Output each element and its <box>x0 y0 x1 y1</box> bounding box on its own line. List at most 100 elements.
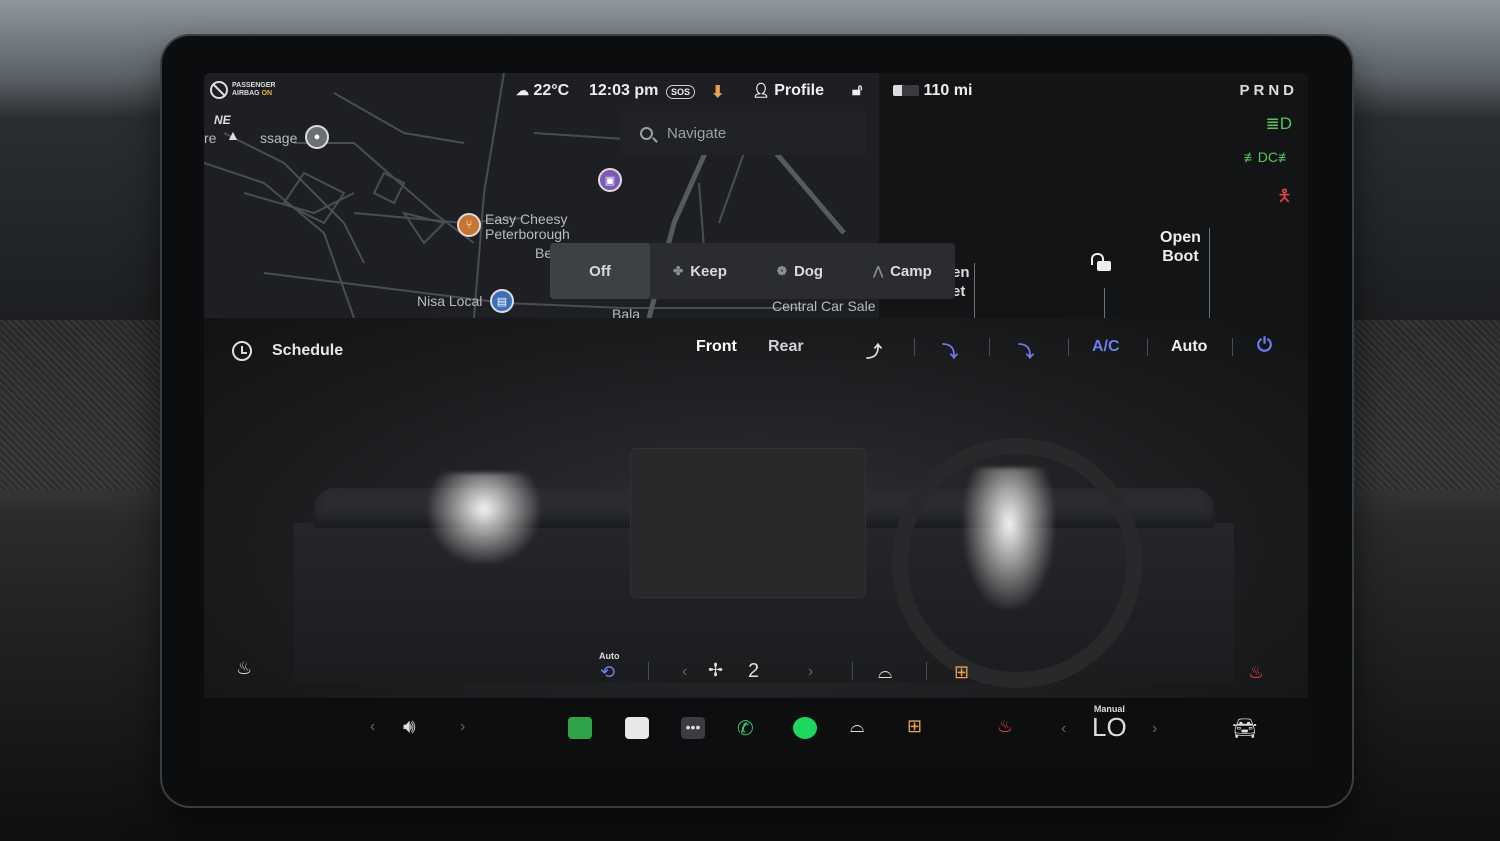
temperature: 22°C <box>533 82 570 99</box>
map-label-nisa-local[interactable]: Nisa Local <box>417 294 482 309</box>
seat-heater-dock-icon[interactable]: ♨ <box>997 716 1013 737</box>
gear-selector[interactable]: PRND <box>1239 82 1298 99</box>
person-icon: 👤︎ <box>752 82 770 98</box>
right-seat-heater-icon[interactable]: ♨ <box>1248 662 1264 683</box>
separator <box>914 338 915 356</box>
airbag-icon <box>210 81 228 99</box>
fan-icon: ✢ <box>708 660 724 680</box>
bottom-dock: ‹ 🔊︎ › ••• ✆ ⌓ ⊞ ♨ ‹ Manual LO › 🚘︎ <box>204 698 1308 768</box>
calendar-app-icon[interactable] <box>625 717 649 739</box>
airflow-face-icon[interactable]: ⤴ <box>866 338 882 362</box>
volume-down-chevron-icon[interactable]: ‹ <box>370 718 375 736</box>
volume-up-chevron-icon[interactable]: › <box>460 718 465 736</box>
map-label-massage: ssage <box>260 130 298 146</box>
climate-mode-selector: Off ✤ Keep ❁ Dog ⋀ Camp <box>550 243 955 299</box>
airbag-label-2: AIRBAG <box>232 90 260 97</box>
fan-increase-chevron-icon[interactable]: › <box>808 663 813 681</box>
navigate-search[interactable]: Navigate <box>620 111 866 155</box>
restaurant-icon[interactable]: ⑂ <box>457 213 481 237</box>
temp-up-chevron-icon[interactable]: › <box>1152 720 1157 738</box>
mode-off[interactable]: Off <box>550 243 650 299</box>
left-seat-heater-icon[interactable]: ♨ <box>236 658 252 679</box>
climate-panel: Schedule Front Rear ⤴ ⤵ ⤵ A/C Auto ⏻ ♨ A… <box>204 318 1308 698</box>
right-vent-airflow[interactable] <box>964 468 1054 608</box>
recirculation-auto-label: Auto <box>599 651 620 661</box>
mode-keep[interactable]: ✤ Keep <box>650 243 750 299</box>
schedule-button[interactable]: Schedule <box>232 336 343 366</box>
airflow-windshield-icon[interactable]: ⤵ <box>1018 338 1034 362</box>
fan-speed-value: 2 <box>748 660 760 682</box>
search-icon <box>640 126 653 140</box>
power-icon[interactable]: ⏻ <box>1257 335 1272 357</box>
navigate-placeholder: Navigate <box>667 124 727 142</box>
cabin-illustration <box>294 428 1234 688</box>
boot-indicator-line <box>1209 228 1210 318</box>
auto-toggle[interactable]: Auto <box>1171 338 1207 356</box>
frunk-indicator-line <box>974 263 975 318</box>
schedule-label: Schedule <box>272 342 344 359</box>
download-icon[interactable]: ⬇ <box>711 82 724 102</box>
front-toggle[interactable]: Front <box>696 338 737 356</box>
map-label-easy-cheesy[interactable]: Easy Cheesy Peterborough <box>485 212 570 242</box>
spotify-icon[interactable] <box>793 717 817 739</box>
touchscreen: NE ▲ re ssage ● ▣ ⑂ Easy Cheesy Peterbor… <box>204 73 1308 768</box>
airbag-state: ON <box>261 90 273 97</box>
center-display-illustration <box>630 448 866 598</box>
poi-building-icon[interactable]: ▣ <box>598 168 622 192</box>
rear-toggle[interactable]: Rear <box>768 338 804 356</box>
cloud-icon: ☁ <box>516 83 529 98</box>
seatbelt-warning-icon: 🯅 <box>1277 186 1292 205</box>
clock-time: 12:03 pm <box>589 82 659 99</box>
poi-pin-icon[interactable]: ● <box>305 125 329 149</box>
mode-camp[interactable]: ⋀ Camp <box>850 243 955 299</box>
compass[interactable]: NE ▲ <box>214 113 240 143</box>
clock-icon <box>232 341 252 361</box>
fan-icon: ✤ <box>673 264 684 278</box>
volume-icon[interactable]: 🔊︎ <box>403 716 416 739</box>
separator <box>1068 338 1069 356</box>
compass-heading: NE <box>214 113 231 127</box>
open-boot-button[interactable]: Open Boot <box>1160 228 1201 266</box>
separator <box>852 662 853 680</box>
status-bar: PASSENGER AIRBAG ON ☁ 22°C 12:03 pm SOS … <box>204 73 1308 109</box>
battery-range: 110 mi <box>893 82 972 100</box>
weather: ☁ 22°C <box>516 82 569 100</box>
airflow-feet-icon[interactable]: ⤵ <box>942 338 958 362</box>
shop-icon[interactable]: ▤ <box>490 289 514 313</box>
energy-app-icon[interactable] <box>568 717 592 739</box>
mode-off-label: Off <box>589 262 611 280</box>
map-label-central-car-sale[interactable]: Central Car Sale <box>772 299 876 314</box>
ac-toggle[interactable]: A/C <box>1092 338 1120 356</box>
left-vent-airflow[interactable] <box>429 473 539 563</box>
paw-icon: ❁ <box>776 264 787 278</box>
car-icon[interactable]: 🚘︎ <box>1232 716 1257 741</box>
temp-value: LO <box>1092 712 1127 742</box>
phone-icon[interactable]: ✆ <box>737 716 754 741</box>
mode-camp-label: Camp <box>890 262 932 280</box>
location-arrow-icon: ▲ <box>226 127 240 143</box>
unlock-icon[interactable] <box>1091 253 1111 271</box>
cabin-temperature[interactable]: Manual LO <box>1092 704 1127 740</box>
more-apps-icon[interactable]: ••• <box>681 717 705 739</box>
rear-defrost-icon[interactable]: ⊞ <box>954 662 969 683</box>
mode-keep-label: Keep <box>690 262 727 280</box>
separator <box>1232 338 1233 356</box>
profile-button[interactable]: 👤︎ Profile <box>752 82 824 100</box>
separator <box>989 338 990 356</box>
separator <box>1147 338 1148 356</box>
front-defrost-icon[interactable]: ⌓ <box>878 662 892 683</box>
temp-down-chevron-icon[interactable]: ‹ <box>1061 720 1066 738</box>
tent-icon: ⋀ <box>873 264 884 278</box>
front-defrost-dock-icon[interactable]: ⌓ <box>850 716 864 737</box>
lock-icon[interactable]: 🔓︎ <box>852 82 862 100</box>
door-indicator-line <box>1104 288 1105 318</box>
fog-light-icon: ≢DC≢ <box>1243 149 1292 165</box>
fan-decrease-chevron-icon[interactable]: ‹ <box>682 663 687 681</box>
climate-bottom-controls: ♨ Auto ⟲ ‹ ✢ 2 › ⌓ ⊞ ♨ <box>204 648 1308 698</box>
map-label-fragment-left: re <box>204 130 217 146</box>
rear-defrost-dock-icon[interactable]: ⊞ <box>907 716 922 737</box>
battery-icon <box>893 85 919 97</box>
mode-dog[interactable]: ❁ Dog <box>750 243 850 299</box>
sos-button[interactable]: SOS <box>666 85 696 99</box>
recirculation-icon[interactable]: ⟲ <box>600 662 615 683</box>
